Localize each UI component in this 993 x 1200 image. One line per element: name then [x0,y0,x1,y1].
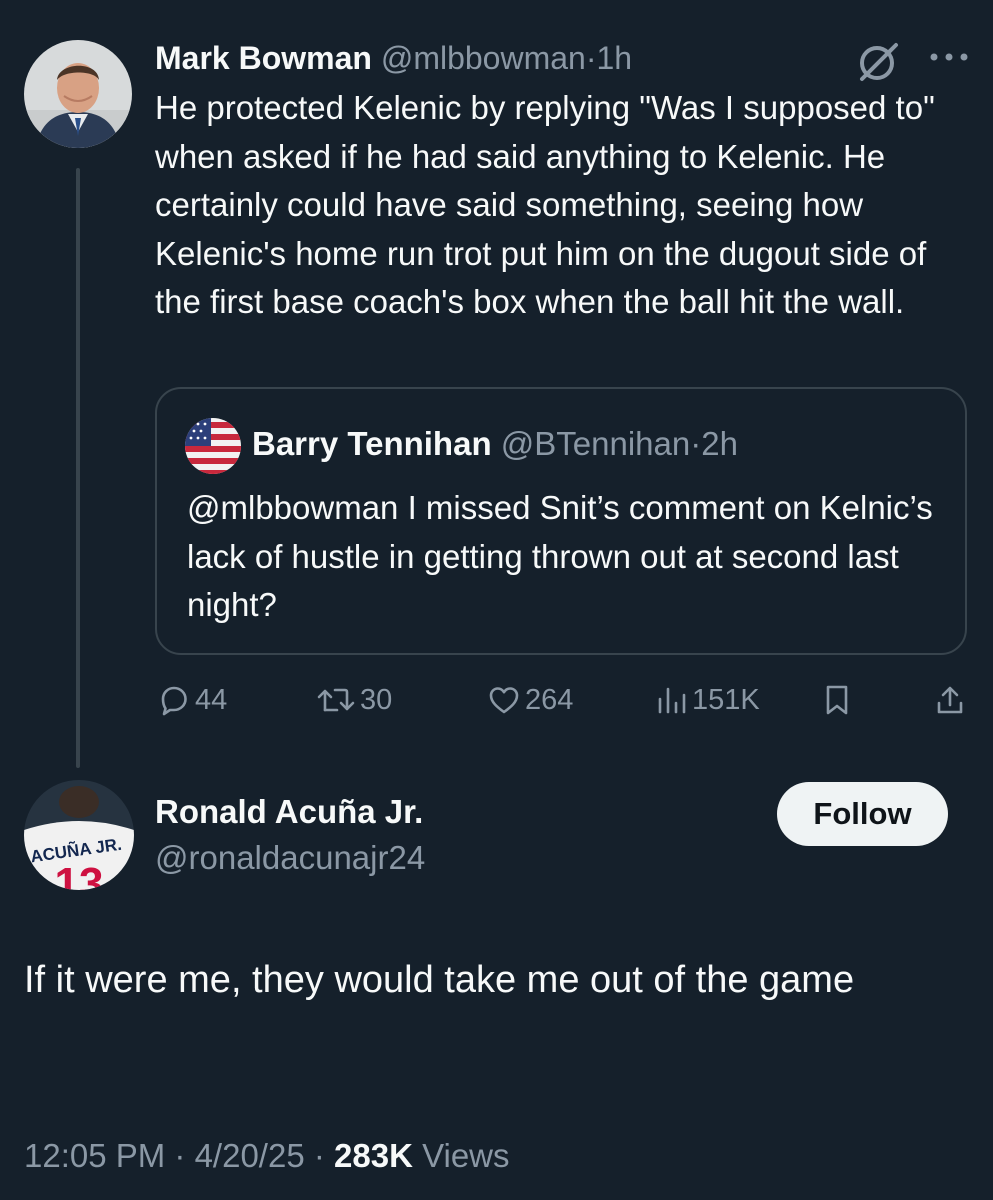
share-button[interactable] [934,678,966,722]
separator-dot: · [585,40,597,76]
parent-author-handle[interactable]: @mlbbowman [381,40,586,76]
more-icon[interactable] [928,50,970,64]
reply-button[interactable]: 44 [157,678,227,722]
thread-connector-line [76,168,80,768]
like-count: 264 [525,683,574,716]
repost-icon [317,688,355,712]
repost-button[interactable]: 30 [316,678,392,722]
main-author-name[interactable]: Ronald Acuña Jr. [155,792,423,832]
like-button[interactable]: 264 [487,678,573,722]
avatar-barry-tennihan[interactable] [185,418,241,474]
avatar-mark-bowman[interactable] [24,40,132,148]
quoted-author-handle[interactable]: @BTennihan [501,425,690,462]
tweet-view-count: 283K [334,1137,413,1174]
reply-icon [161,686,187,716]
views-button[interactable]: 151K [656,678,760,722]
parent-tweet-text: He protected Kelenic by replying "Was I … [155,89,935,320]
share-icon [937,686,963,714]
views-icon [658,687,686,714]
avatar-ronald-acuna[interactable]: ACUÑA JR. 13 [24,780,134,890]
tweet-views-label: Views [412,1137,510,1174]
views-count: 151K [692,683,760,716]
follow-button[interactable]: Follow [777,782,948,846]
quoted-tweet-text: @mlbbowman I missed Snit’s comment on Ke… [187,489,933,623]
avatar-jersey-number: 13 [55,859,104,890]
bookmark-icon [826,685,848,715]
quoted-tweet-header: Barry Tennihan @BTennihan·2h [252,424,738,464]
main-author-handle[interactable]: @ronaldacunajr24 [155,838,425,878]
repost-count: 30 [360,683,393,716]
tweet-timestamp[interactable]: 12:05 PM · 4/20/25 · [24,1137,334,1174]
parent-tweet-time[interactable]: 1h [596,40,632,76]
reply-count: 44 [195,683,228,716]
parent-author-name[interactable]: Mark Bowman [155,40,372,76]
grok-icon[interactable] [856,38,902,84]
quoted-author-name[interactable]: Barry Tennihan [252,425,492,462]
like-icon [489,687,519,714]
quoted-tweet-time[interactable]: 2h [701,425,738,462]
main-tweet-text: If it were me, they would take me out of… [24,959,855,1001]
parent-tweet-header: Mark Bowman @mlbbowman·1h [155,38,632,78]
tweet-timestamp-views: 12:05 PM · 4/20/25 · 283K Views [24,1134,510,1178]
separator-dot: · [690,425,702,462]
bookmark-button[interactable] [823,678,851,722]
